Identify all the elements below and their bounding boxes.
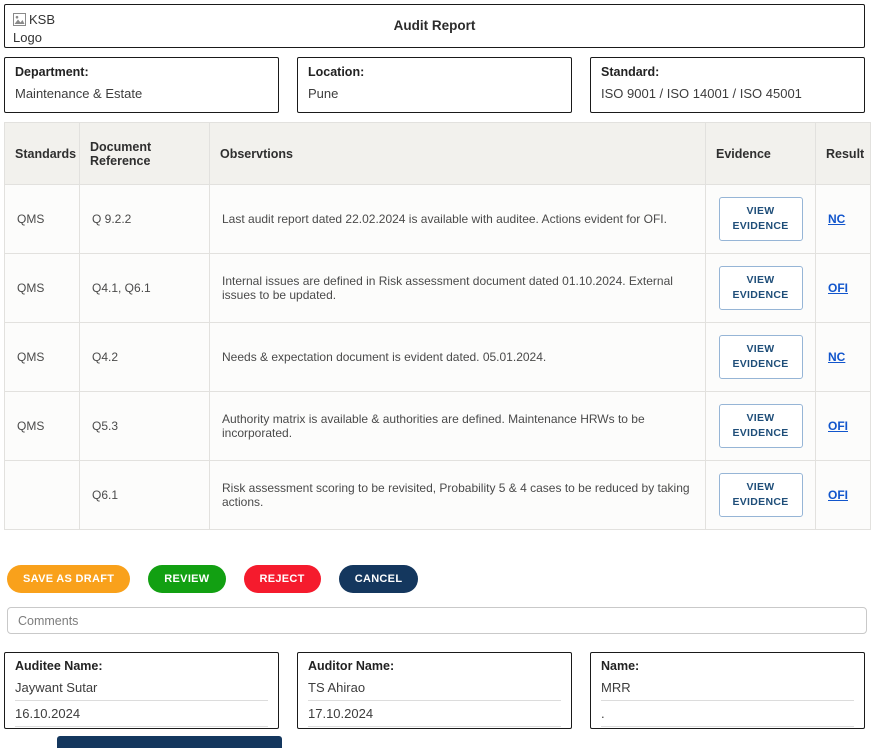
name-input[interactable]	[601, 675, 854, 701]
report-header: KSB Logo Audit Report	[4, 4, 865, 48]
observation-cell: Risk assessment scoring to be revisited,…	[210, 461, 706, 530]
signatures-row: Auditee Name: Auditor Name: Name:	[4, 652, 865, 729]
page-title: Audit Report	[5, 5, 864, 47]
standard-cell	[5, 461, 80, 530]
ksb-logo-broken-image: KSB Logo	[13, 12, 67, 46]
name-label: Name:	[601, 659, 854, 673]
result-link[interactable]: OFI	[828, 281, 848, 295]
auditee-name-label: Auditee Name:	[15, 659, 268, 673]
standard-cell: QMS	[5, 323, 80, 392]
actions-row: SAVE AS DRAFT REVIEW REJECT CANCEL	[7, 565, 877, 593]
reference-cell: Q 9.2.2	[80, 185, 210, 254]
observation-cell: Authority matrix is available & authorit…	[210, 392, 706, 461]
audit-report-page: KSB Logo Audit Report Department: Mainte…	[0, 0, 881, 752]
reference-cell: Q4.2	[80, 323, 210, 392]
table-header-row: Standards Document Reference Observtions…	[5, 123, 871, 185]
result-link[interactable]: NC	[828, 212, 845, 226]
department-value: Maintenance & Estate	[15, 86, 142, 101]
reference-cell: Q6.1	[80, 461, 210, 530]
table-row: QMS Q 9.2.2 Last audit report dated 22.0…	[5, 185, 871, 254]
save-as-draft-button[interactable]: SAVE AS DRAFT	[7, 565, 130, 593]
column-header-document-reference: Document Reference	[80, 123, 210, 185]
auditee-box: Auditee Name:	[4, 652, 279, 729]
standard-cell: QMS	[5, 254, 80, 323]
reference-cell: Q5.3	[80, 392, 210, 461]
location-label: Location:	[308, 65, 561, 79]
cancel-button[interactable]: CANCEL	[339, 565, 419, 593]
department-box: Department: Maintenance & Estate	[4, 57, 279, 113]
location-value: Pune	[308, 86, 338, 101]
view-evidence-button[interactable]: VIEW EVIDENCE	[719, 473, 803, 517]
auditor-name-input[interactable]	[308, 675, 561, 701]
review-button[interactable]: REVIEW	[148, 565, 225, 593]
result-link[interactable]: OFI	[828, 419, 848, 433]
name-date-input[interactable]	[601, 701, 854, 727]
view-evidence-button[interactable]: VIEW EVIDENCE	[719, 197, 803, 241]
auditee-name-input[interactable]	[15, 675, 268, 701]
column-header-result: Result	[816, 123, 871, 185]
table-row: QMS Q4.1, Q6.1 Internal issues are defin…	[5, 254, 871, 323]
standard-cell: QMS	[5, 185, 80, 254]
footer-bar	[57, 736, 282, 748]
result-link[interactable]: OFI	[828, 488, 848, 502]
table-row: QMS Q4.2 Needs & expectation document is…	[5, 323, 871, 392]
observation-cell: Internal issues are defined in Risk asse…	[210, 254, 706, 323]
audit-findings-table: Standards Document Reference Observtions…	[4, 122, 871, 530]
column-header-standards: Standards	[5, 123, 80, 185]
observation-cell: Last audit report dated 22.02.2024 is av…	[210, 185, 706, 254]
auditor-name-label: Auditor Name:	[308, 659, 561, 673]
observation-cell: Needs & expectation document is evident …	[210, 323, 706, 392]
auditor-box: Auditor Name:	[297, 652, 572, 729]
auditee-date-input[interactable]	[15, 701, 268, 727]
reference-cell: Q4.1, Q6.1	[80, 254, 210, 323]
view-evidence-button[interactable]: VIEW EVIDENCE	[719, 266, 803, 310]
table-row: Q6.1 Risk assessment scoring to be revis…	[5, 461, 871, 530]
column-header-observations: Observtions	[210, 123, 706, 185]
column-header-evidence: Evidence	[706, 123, 816, 185]
location-box: Location: Pune	[297, 57, 572, 113]
auditor-date-input[interactable]	[308, 701, 561, 727]
table-row: QMS Q5.3 Authority matrix is available &…	[5, 392, 871, 461]
standard-cell: QMS	[5, 392, 80, 461]
comments-input[interactable]	[7, 607, 867, 634]
standard-label: Standard:	[601, 65, 854, 79]
info-row: Department: Maintenance & Estate Locatio…	[4, 57, 865, 113]
view-evidence-button[interactable]: VIEW EVIDENCE	[719, 335, 803, 379]
name-box: Name:	[590, 652, 865, 729]
view-evidence-button[interactable]: VIEW EVIDENCE	[719, 404, 803, 448]
result-link[interactable]: NC	[828, 350, 845, 364]
standard-box: Standard: ISO 9001 / ISO 14001 / ISO 450…	[590, 57, 865, 113]
broken-image-icon	[13, 13, 26, 30]
department-label: Department:	[15, 65, 268, 79]
reject-button[interactable]: REJECT	[244, 565, 321, 593]
standard-value: ISO 9001 / ISO 14001 / ISO 45001	[601, 86, 802, 101]
